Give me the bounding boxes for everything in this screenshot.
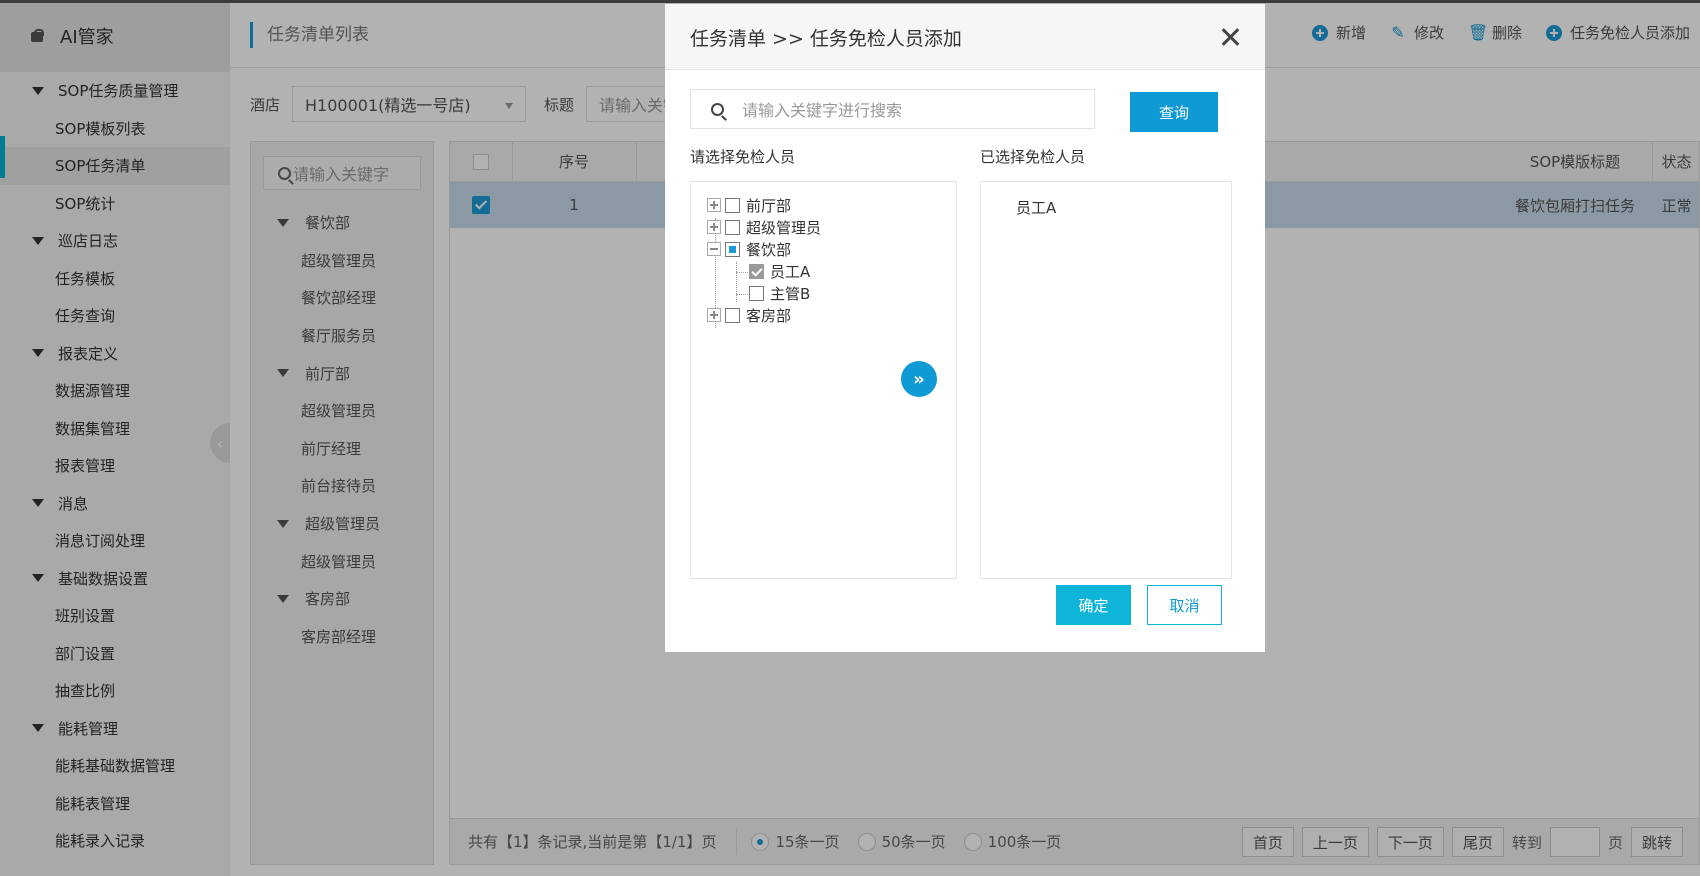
node-checkbox-checked[interactable] xyxy=(749,263,764,279)
tree-node-label: 主管B xyxy=(770,284,811,303)
node-checkbox[interactable] xyxy=(725,219,740,235)
top-border xyxy=(0,0,1700,3)
tree-node-label: 餐饮部 xyxy=(746,240,792,259)
selected-staff-label: 已选择免检人员 xyxy=(980,148,1086,166)
tree-node-label: 客房部 xyxy=(746,306,792,325)
double-chevron-right-icon: » xyxy=(913,368,925,390)
expand-plus-icon[interactable] xyxy=(707,198,721,212)
tree-connector xyxy=(736,262,737,302)
search-icon xyxy=(711,102,724,116)
selected-staff-item[interactable]: 员工A xyxy=(1016,197,1056,218)
tree-node-admin[interactable]: 超级管理员 xyxy=(707,216,821,238)
tree-node-rooms[interactable]: 客房部 xyxy=(707,304,791,326)
collapse-minus-icon[interactable] xyxy=(707,242,721,256)
tree-node-manager-b[interactable]: 主管B xyxy=(749,282,810,304)
cancel-button[interactable]: 取消 xyxy=(1147,585,1222,625)
close-icon[interactable] xyxy=(1219,26,1241,48)
tree-node-label: 超级管理员 xyxy=(746,218,822,237)
move-right-button[interactable]: » xyxy=(901,361,937,397)
dialog-title: 任务清单 >> 任务免检人员添加 xyxy=(690,28,962,50)
query-button[interactable]: 查询 xyxy=(1130,92,1218,132)
node-checkbox[interactable] xyxy=(725,307,740,323)
node-checkbox-partial[interactable] xyxy=(725,241,740,257)
tree-node-front[interactable]: 前厅部 xyxy=(707,194,791,216)
expand-plus-icon[interactable] xyxy=(707,220,721,234)
selected-staff-list: 员工A xyxy=(980,181,1232,579)
expand-plus-icon[interactable] xyxy=(707,308,721,322)
dialog-header: 任务清单 >> 任务免检人员添加 xyxy=(665,4,1265,70)
tree-connector xyxy=(736,294,748,295)
available-staff-label: 请选择免检人员 xyxy=(690,148,796,166)
staff-search-placeholder: 请输入关键字进行搜索 xyxy=(742,101,903,120)
staff-tree: 前厅部 超级管理员 餐饮部 员工A 主管B 客房部 » xyxy=(690,181,957,579)
staff-search-input[interactable]: 请输入关键字进行搜索 xyxy=(690,89,1095,129)
exempt-staff-dialog: 任务清单 >> 任务免检人员添加 请输入关键字进行搜索 查询 请选择免检人员 已… xyxy=(665,4,1265,652)
tree-node-food[interactable]: 餐饮部 xyxy=(707,238,791,260)
confirm-button[interactable]: 确定 xyxy=(1056,585,1131,625)
tree-connector xyxy=(736,272,748,273)
tree-node-label: 前厅部 xyxy=(746,196,792,215)
node-checkbox[interactable] xyxy=(749,285,764,301)
node-checkbox[interactable] xyxy=(725,197,740,213)
tree-node-staff-a[interactable]: 员工A xyxy=(749,260,810,282)
tree-node-label: 员工A xyxy=(770,262,811,281)
